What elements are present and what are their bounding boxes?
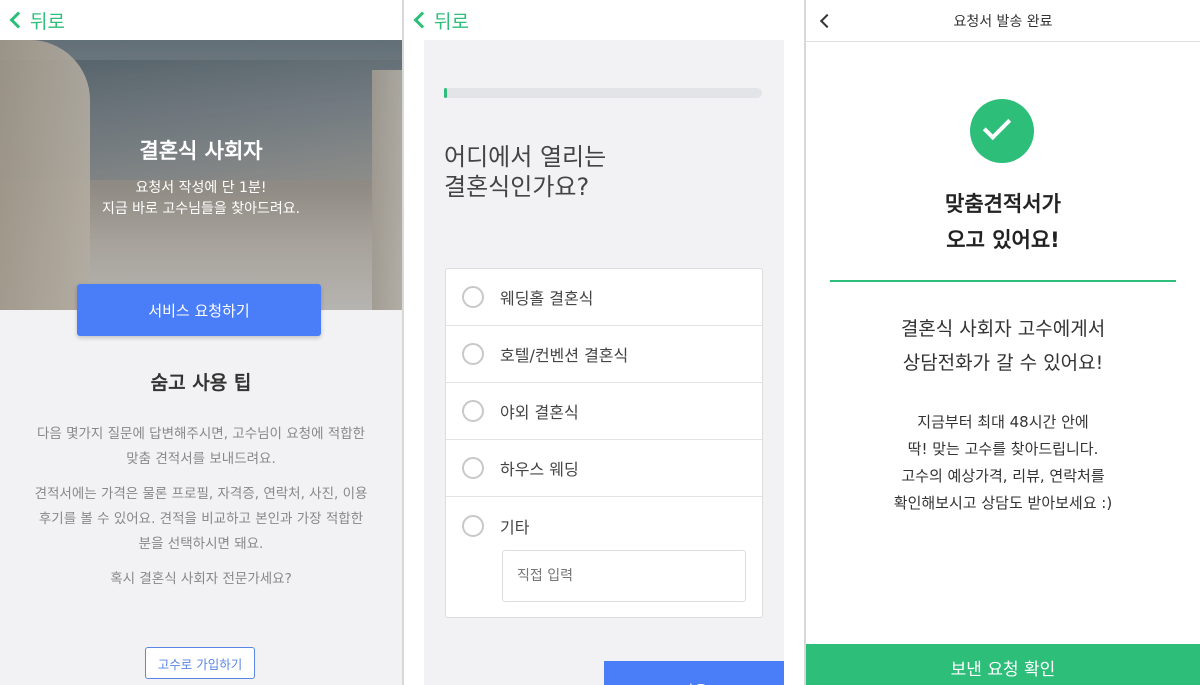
pro-question: 혹시 결혼식 사회자 전문가세요? — [110, 571, 292, 587]
chevron-left-icon — [413, 11, 431, 29]
option-label: 야외 결혼식 — [500, 403, 579, 422]
radio-button[interactable] — [462, 514, 484, 537]
radio-button[interactable] — [462, 343, 484, 365]
page-title: 요청서 발송 완료 — [953, 13, 1053, 30]
progress-bar — [444, 88, 762, 98]
hero-subtitle: 요청서 작성에 단 1분! 지금 바로 고수님들을 찾아드려요. — [101, 180, 301, 217]
direct-input-field[interactable] — [502, 550, 746, 602]
tips-title: 숨고 사용 팁 — [150, 372, 252, 394]
join-as-pro-button[interactable]: 고수로 가입하기 — [145, 647, 255, 679]
back-label: 뒤로 — [434, 10, 469, 33]
radio-button[interactable] — [462, 457, 484, 479]
back-label: 뒤로 — [30, 10, 65, 33]
radio-button[interactable] — [462, 400, 484, 422]
service-intro-screen: 뒤로 결혼식 사회자 요청서 작성에 단 1분! 지금 바로 고수님들을 찾아드… — [0, 0, 402, 685]
option-house-wedding[interactable]: 하우스 웨딩 — [446, 440, 762, 497]
option-label: 웨딩홀 결혼식 — [500, 289, 594, 308]
option-label: 호텔/컨벤션 결혼식 — [500, 346, 629, 365]
option-label: 기타 — [500, 517, 530, 537]
question-screen: 뒤로 어디에서 열리는 결혼식인가요? 웨딩홀 결혼식 호텔/컨벤션 결혼식 야… — [404, 0, 804, 685]
option-outdoor[interactable]: 야외 결혼식 — [446, 383, 762, 440]
option-label: 하우스 웨딩 — [500, 460, 579, 479]
next-button[interactable]: 다음 — [604, 661, 784, 685]
consult-message: 결혼식 사회자 고수에게서 상담전화가 갈 수 있어요! — [900, 318, 1106, 374]
back-chevron-icon[interactable] — [819, 13, 835, 29]
option-hotel-convention[interactable]: 호텔/컨벤션 결혼식 — [446, 326, 762, 383]
tip-paragraph-1: 다음 몇가지 질문에 답변해주시면, 고수님이 요청에 적합한 맞춤 견적서를 … — [36, 426, 366, 467]
header-bar: 요청서 발송 완료 — [806, 0, 1200, 42]
radio-button[interactable] — [462, 286, 484, 308]
check-circle-icon — [970, 99, 1034, 163]
option-other[interactable]: 기타 — [446, 497, 762, 554]
chevron-left-icon — [9, 11, 27, 29]
progress-fill — [444, 88, 448, 98]
hero-title: 결혼식 사회자 — [139, 139, 263, 163]
app-screens: 뒤로 결혼식 사회자 요청서 작성에 단 1분! 지금 바로 고수님들을 찾아드… — [0, 0, 1200, 685]
option-wedding-hall[interactable]: 웨딩홀 결혼식 — [446, 269, 762, 326]
tip-paragraph-2: 견적서에는 가격은 물론 프로필, 자격증, 연락처, 사진, 이용 후기를 볼… — [34, 486, 368, 552]
hero-image: 결혼식 사회자 요청서 작성에 단 1분! 지금 바로 고수님들을 찾아드려요. — [0, 40, 402, 310]
back-button[interactable]: 뒤로 — [0, 0, 402, 40]
back-button[interactable]: 뒤로 — [404, 0, 804, 40]
divider-line — [830, 280, 1176, 282]
request-service-button[interactable]: 서비스 요청하기 — [77, 284, 321, 336]
info-message: 지금부터 최대 48시간 안에 딱! 맞는 고수를 찾아드립니다. 고수의 예상… — [893, 413, 1113, 512]
view-sent-requests-button[interactable]: 보낸 요청 확인 — [806, 644, 1200, 685]
headline: 맞춤견적서가 오고 있어요! — [945, 192, 1061, 252]
option-list: 웨딩홀 결혼식 호텔/컨벤션 결혼식 야외 결혼식 하우스 웨딩 기타 — [445, 268, 763, 618]
question-title: 어디에서 열리는 결혼식인가요? — [444, 143, 607, 201]
request-sent-screen: 요청서 발송 완료 맞춤견적서가 오고 있어요! 결혼식 사회자 고수에게서 상… — [806, 0, 1200, 685]
